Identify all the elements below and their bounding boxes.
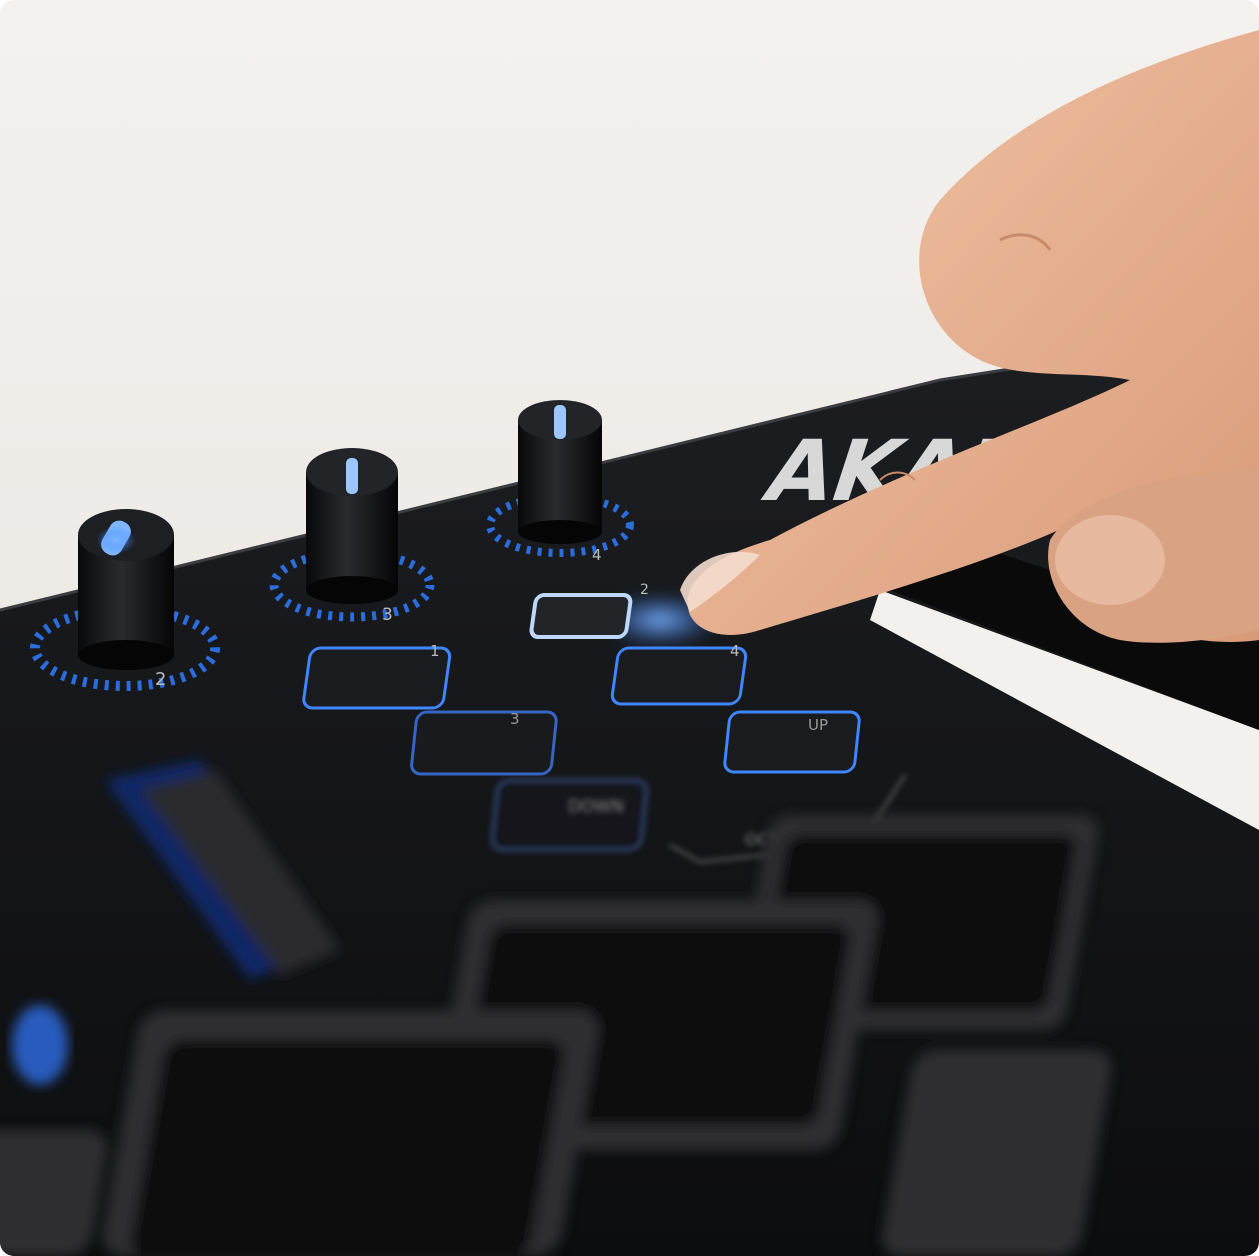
knob-2-label: 2: [155, 669, 166, 690]
button-2-label: 2: [640, 582, 649, 598]
octave-up-label: UP: [808, 716, 828, 734]
button-4[interactable]: 4: [610, 642, 748, 706]
octave-up-button[interactable]: UP: [723, 710, 861, 774]
knob-3-label: 3: [382, 605, 393, 625]
wheel-glow: [12, 1005, 68, 1085]
button-4-label: 4: [730, 642, 740, 660]
button-3-label: 3: [510, 710, 520, 728]
octave-down-label: DOWN: [568, 797, 624, 817]
octave-down-button[interactable]: DOWN: [490, 778, 649, 852]
photo-scene: AKAI 2 3 4 1 2 3 4 UP DOWN: [0, 0, 1259, 1256]
knob-4-label: 4: [592, 546, 602, 564]
button-3[interactable]: 3: [410, 710, 558, 776]
button-1-label: 1: [430, 642, 440, 660]
drum-pad-4[interactable]: [879, 1050, 1115, 1256]
controller-photo: AKAI 2 3 4 1 2 3 4 UP DOWN: [0, 0, 1259, 1256]
button-1[interactable]: 1: [302, 642, 452, 710]
